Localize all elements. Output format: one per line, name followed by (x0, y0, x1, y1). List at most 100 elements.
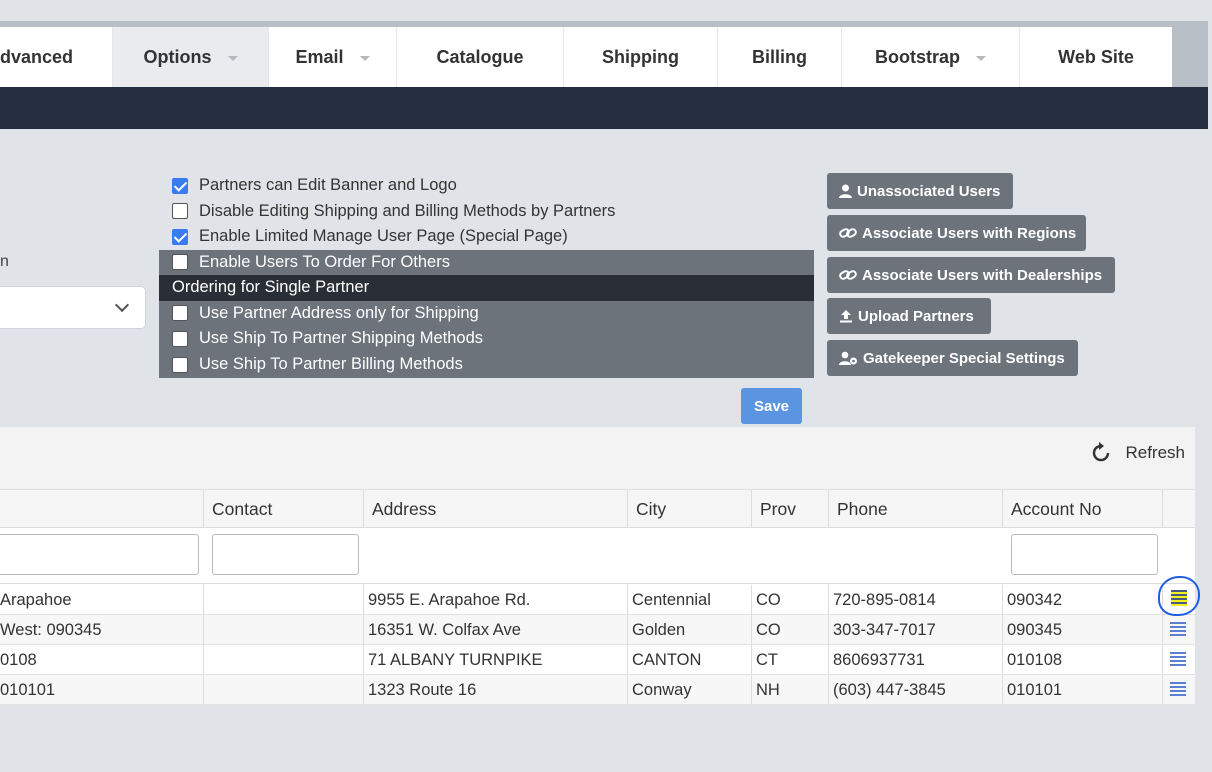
tab-label: Options (143, 46, 212, 67)
cell-name: Arapahoe (0, 591, 72, 609)
tab-options[interactable]: Options (113, 27, 269, 87)
option-ship-to-shipping-methods[interactable]: Use Ship To Partner Shipping Methods (159, 326, 814, 352)
column-header-phone[interactable]: Phone (828, 490, 888, 528)
cell-phone: 8606937731 (833, 651, 925, 669)
dropdown-select[interactable] (0, 286, 146, 329)
checkbox[interactable] (172, 356, 188, 373)
option-disable-editing-methods[interactable]: Disable Editing Shipping and Billing Met… (159, 199, 814, 225)
cell-prov: CO (756, 591, 781, 609)
option-label: Disable Editing Shipping and Billing Met… (199, 201, 616, 220)
dark-header-bar (0, 87, 1208, 129)
cell-contact (203, 675, 363, 705)
row-menu-icon[interactable] (1170, 682, 1186, 698)
option-label: Enable Users To Order For Others (199, 252, 450, 271)
cell-contact (203, 585, 363, 615)
associate-dealerships-button[interactable]: Associate Users with Dealerships (827, 257, 1115, 293)
cell-account-no: 090342 (1007, 591, 1063, 609)
save-button[interactable]: Save (741, 388, 802, 424)
tab-label: Catalogue (436, 46, 524, 67)
refresh-icon (1093, 442, 1110, 462)
refresh-label: Refresh (1125, 443, 1185, 462)
column-header-prov[interactable]: Prov (751, 490, 796, 528)
cell-address: 1323 Route 16 (368, 681, 477, 699)
associate-regions-button[interactable]: Associate Users with Regions (827, 215, 1086, 251)
tab-label: Web Site (1058, 46, 1134, 67)
table-row[interactable]: Arapahoe 9955 E. Arapahoe Rd. Centennial… (0, 585, 1195, 615)
row-menu-icon[interactable] (1170, 652, 1186, 668)
cell-phone: 303-347-7017 (833, 621, 936, 639)
option-partner-address-shipping[interactable]: Use Partner Address only for Shipping (159, 300, 814, 326)
cell-city: CANTON (632, 651, 702, 669)
cell-prov: CT (756, 651, 778, 669)
checkbox[interactable] (172, 177, 188, 194)
section-header-label: Ordering for Single Partner (172, 278, 370, 297)
cell-address: 71 ALBANY TURNPIKE (368, 651, 543, 669)
column-header-address[interactable]: Address (363, 490, 436, 528)
button-label: Unassociated Users (857, 182, 1001, 200)
tab-bootstrap[interactable]: Bootstrap (842, 27, 1020, 87)
option-order-for-others[interactable]: Enable Users To Order For Others (159, 249, 814, 275)
tab-catalogue[interactable]: Catalogue (397, 27, 564, 87)
row-menu-icon[interactable] (1170, 622, 1186, 638)
contact-filter-input[interactable] (212, 534, 359, 575)
cell-city: Centennial (632, 591, 711, 609)
checkbox[interactable] (172, 305, 188, 322)
field-label: n (0, 253, 9, 270)
checkbox[interactable] (172, 203, 188, 220)
tab-label: dvanced (0, 46, 74, 67)
checkbox[interactable] (172, 228, 188, 245)
chevron-down-icon (976, 55, 986, 61)
refresh-button[interactable]: Refresh (1089, 433, 1185, 473)
cell-city: Conway (632, 681, 692, 699)
tab-shipping[interactable]: Shipping (564, 27, 718, 87)
button-label: Upload Partners (858, 307, 974, 325)
option-label: Use Ship To Partner Shipping Methods (199, 329, 484, 348)
cell-name: West: 090345 (0, 621, 102, 639)
cell-city: Golden (632, 621, 686, 639)
grid-filter-row (0, 528, 1195, 584)
cell-address: 16351 W. Colfax Ave (368, 621, 521, 639)
checkbox[interactable] (172, 330, 188, 347)
account-filter-input[interactable] (1011, 534, 1158, 575)
option-label: Enable Limited Manage User Page (Special… (199, 227, 568, 246)
tab-label: Email (295, 46, 344, 67)
option-ship-to-billing-methods[interactable]: Use Ship To Partner Billing Methods (159, 351, 814, 378)
table-row[interactable]: West: 090345 16351 W. Colfax Ave Golden … (0, 615, 1195, 645)
option-label: Use Ship To Partner Billing Methods (199, 355, 463, 373)
tab-label: Shipping (602, 46, 679, 67)
grid-toolbar: Refresh (0, 427, 1195, 490)
tab-advanced[interactable]: dvanced (0, 27, 113, 87)
tab-web-site[interactable]: Web Site (1020, 27, 1172, 87)
cell-address: 9955 E. Arapahoe Rd. (368, 591, 531, 609)
button-label: Associate Users with Dealerships (862, 266, 1103, 284)
tab-label: Bootstrap (875, 46, 960, 67)
cell-prov: CO (756, 621, 781, 639)
button-label: Associate Users with Regions (862, 224, 1077, 242)
name-filter-input[interactable] (0, 534, 199, 575)
unassociated-users-button[interactable]: Unassociated Users (827, 173, 1013, 209)
table-row[interactable]: 0108 71 ALBANY TURNPIKE CANTON CT 860693… (0, 645, 1195, 675)
cell-contact (203, 645, 363, 675)
tab-billing[interactable]: Billing (718, 27, 842, 87)
option-edit-banner[interactable]: Partners can Edit Banner and Logo (159, 173, 814, 199)
tab-email[interactable]: Email (269, 27, 397, 87)
link-icon (839, 268, 857, 282)
cell-name: 0108 (0, 651, 37, 669)
column-header-contact[interactable]: Contact (203, 490, 272, 528)
cell-account-no: 010101 (1007, 681, 1063, 699)
chevron-down-icon (114, 297, 130, 313)
option-limited-manage-user[interactable]: Enable Limited Manage User Page (Special… (159, 224, 814, 250)
checkbox[interactable] (172, 254, 188, 271)
upload-icon (839, 309, 853, 323)
grid-header-row: Contact Address City Prov Phone Account … (0, 490, 1195, 528)
column-header-account-no[interactable]: Account No (1002, 490, 1101, 528)
column-header-city[interactable]: City (627, 490, 666, 528)
button-label: Gatekeeper Special Settings (863, 349, 1065, 367)
link-icon (839, 226, 857, 240)
row-menu-icon[interactable] (1171, 590, 1187, 606)
table-row[interactable]: 010101 1323 Route 16 Conway NH (603) 447… (0, 675, 1195, 705)
upload-partners-button[interactable]: Upload Partners (827, 298, 991, 334)
option-label: Partners can Edit Banner and Logo (199, 176, 457, 195)
tab-label: Billing (752, 46, 807, 67)
gatekeeper-settings-button[interactable]: Gatekeeper Special Settings (827, 340, 1078, 376)
